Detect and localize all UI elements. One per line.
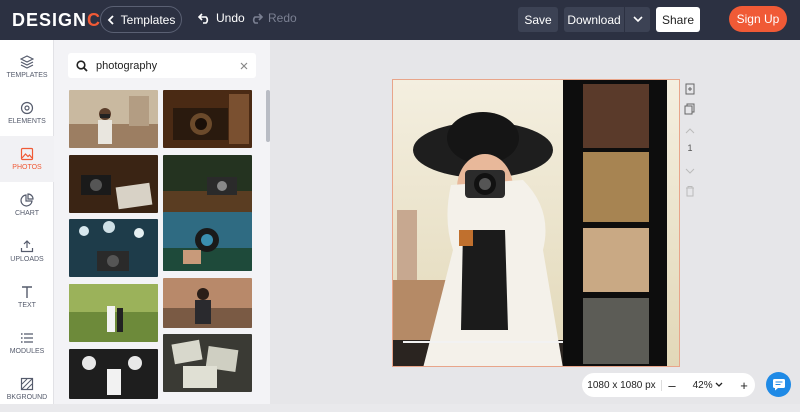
photo-thumb-vintage-camera[interactable] [163, 90, 252, 148]
sidebar-item-label: UPLOADS [10, 256, 44, 263]
sidebar-item-label: MODULES [9, 348, 45, 355]
photo-thumb-photographer-bridge[interactable] [163, 278, 252, 328]
signup-label: Sign Up [736, 12, 780, 26]
sidebar-item-background[interactable]: BKGROUND [0, 366, 54, 412]
delete-page-icon[interactable] [684, 184, 696, 197]
sidebar-item-label: CHART [15, 210, 39, 217]
download-label: Download [567, 12, 621, 27]
add-page-icon[interactable] [684, 82, 696, 95]
photo-image [163, 155, 252, 213]
photo-image [163, 212, 252, 271]
sidebar-item-chart[interactable]: CHART [0, 182, 54, 228]
save-label: Save [524, 12, 552, 27]
canvas-size-label: 1080 x 1080 px [582, 379, 662, 391]
zoom-in-button[interactable]: + [734, 378, 754, 393]
redo-label: Redo [268, 11, 297, 25]
upload-icon [20, 240, 34, 253]
left-sidebar: TEMPLATES ELEMENTS PHOTOS CHART UPLOADS … [0, 40, 54, 404]
photo-image [69, 349, 158, 399]
zoom-out-button[interactable]: – [662, 378, 682, 393]
sidebar-item-label: BKGROUND [6, 394, 48, 401]
undo-icon [198, 12, 209, 24]
page-number: 1 [687, 143, 693, 153]
move-page-down-icon[interactable] [684, 164, 696, 176]
chevron-down-icon [632, 16, 643, 23]
text-icon [22, 286, 32, 298]
logo-text-design: DESIGN [12, 10, 88, 30]
templates-button[interactable]: Templates [100, 6, 182, 33]
move-page-up-icon[interactable] [684, 124, 696, 136]
photo-image [69, 219, 158, 277]
redo-icon [252, 12, 263, 24]
chat-icon [772, 379, 785, 391]
search-icon [76, 59, 88, 72]
photo-thumb-old-photos[interactable] [163, 334, 252, 392]
elements-icon [20, 101, 34, 115]
templates-button-label: Templates [120, 12, 176, 27]
photo-thumb-camera-on-wood[interactable] [163, 155, 252, 213]
chevron-down-icon [715, 382, 723, 387]
download-button[interactable]: Download [564, 7, 650, 32]
sidebar-item-elements[interactable]: ELEMENTS [0, 90, 54, 136]
photo-thumb-studio-lights[interactable] [69, 349, 158, 399]
share-label: Share [661, 12, 695, 27]
design-artwork [393, 80, 679, 366]
background-icon [20, 377, 34, 391]
sidebar-item-label: ELEMENTS [8, 118, 46, 125]
clear-search-icon[interactable] [240, 62, 248, 70]
photo-image [163, 90, 252, 148]
undo-label: Undo [216, 11, 245, 25]
photo-thumb-retro-camera-table[interactable] [69, 155, 158, 213]
signup-button[interactable]: Sign Up [729, 6, 787, 32]
layers-icon [20, 55, 34, 69]
sidebar-item-photos[interactable]: PHOTOS [0, 136, 54, 182]
photo-search-box[interactable]: photography [68, 53, 256, 78]
photo-thumb-camera-bokeh[interactable] [69, 219, 158, 277]
photo-thumb-lens-in-hand[interactable] [163, 212, 252, 271]
share-button[interactable]: Share [656, 7, 700, 32]
chevron-left-icon [107, 14, 114, 25]
duplicate-page-icon[interactable] [684, 102, 696, 115]
photo-image [69, 155, 158, 213]
zoom-level-select[interactable]: 42% [682, 380, 734, 391]
photo-thumb-wedding-couple[interactable] [69, 284, 158, 342]
modules-icon [20, 333, 33, 343]
redo-button[interactable]: Redo [250, 11, 297, 25]
save-button[interactable]: Save [518, 7, 558, 32]
sidebar-item-label: TEXT [18, 302, 36, 309]
sidebar-item-label: TEMPLATES [6, 72, 48, 79]
photo-thumb-woman-camera-city[interactable] [69, 90, 158, 148]
pie-chart-icon [20, 193, 34, 207]
sidebar-item-templates[interactable]: TEMPLATES [0, 44, 54, 90]
sidebar-item-uploads[interactable]: UPLOADS [0, 228, 54, 274]
sidebar-item-text[interactable]: TEXT [0, 274, 54, 320]
download-options-toggle[interactable] [624, 7, 650, 32]
chat-support-button[interactable] [766, 372, 791, 397]
design-artboard[interactable] [392, 79, 680, 367]
top-bar: DESIGNCAP Templates Undo Redo Save Downl… [0, 0, 800, 40]
photo-icon [20, 147, 34, 161]
undo-button[interactable]: Undo [198, 11, 245, 25]
photo-image [69, 284, 158, 342]
sidebar-item-label: PHOTOS [12, 164, 42, 171]
photo-image [163, 278, 252, 328]
search-input[interactable]: photography [96, 60, 232, 72]
sidebar-item-modules[interactable]: MODULES [0, 320, 54, 366]
zoom-bar: 1080 x 1080 px – 42% + [582, 373, 755, 397]
photo-image [163, 334, 252, 392]
zoom-level-label: 42% [692, 379, 713, 391]
photo-image [69, 90, 158, 148]
